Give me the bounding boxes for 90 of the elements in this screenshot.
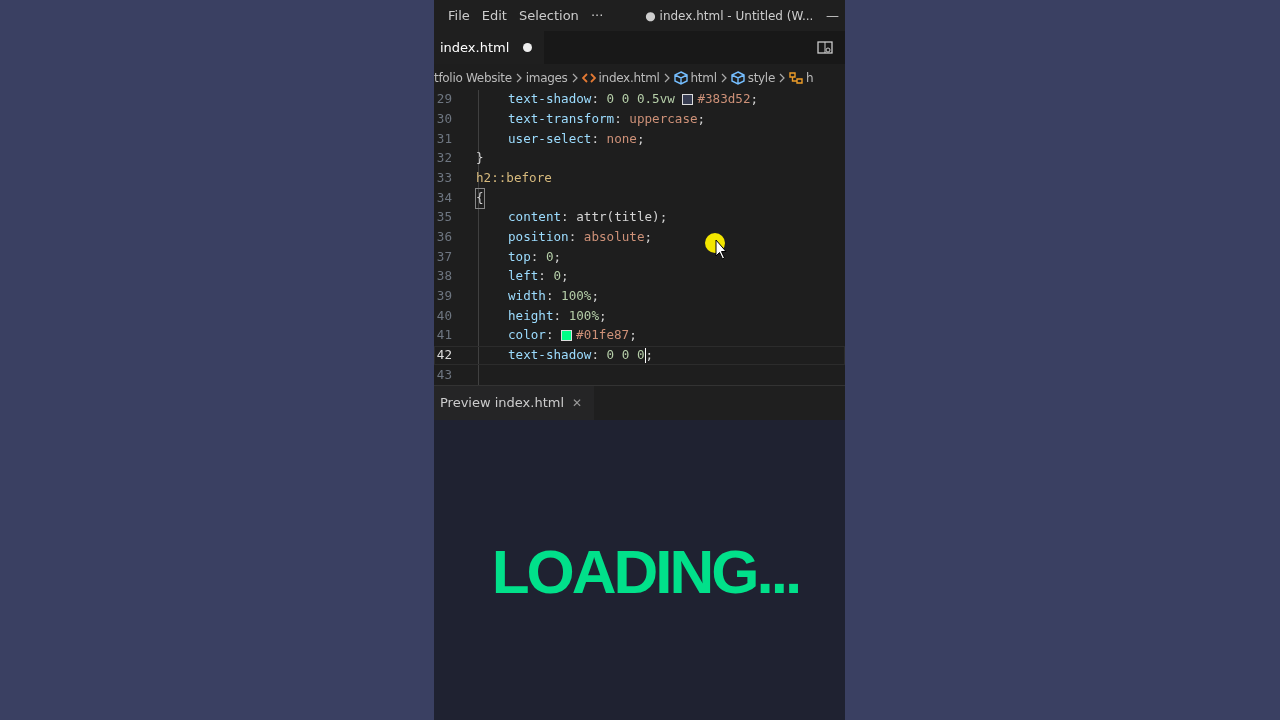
more-menu[interactable]: ··· [586,3,608,28]
window-title: ● index.html - Untitled (W... [645,7,814,25]
structure-icon [789,71,803,86]
code-token: 100% [561,287,592,306]
code-token: : [538,267,547,286]
code-token: 0 0 0.5vw [606,90,676,109]
code-token: : [545,287,555,306]
code-token: width [508,287,546,306]
chevron-icon [719,73,728,84]
line-number: 36 [435,228,452,247]
code-token: 0 0 0 [606,346,645,365]
chevron-icon [662,73,671,84]
code-token: position [508,228,569,247]
menu-item[interactable]: Selection [514,3,583,28]
loading-heading: LOADING... [491,535,800,608]
breadcrumb-item[interactable]: style [747,69,775,88]
line-number: 42 [435,346,452,365]
chevron-icon [778,73,786,84]
code-token: text-transform [508,109,615,128]
color-swatch[interactable] [561,330,573,342]
code-token: ; [697,109,706,128]
code-token: 100% [568,306,599,325]
code-token: top [508,247,531,266]
code-token: ; [636,129,645,148]
panel-tab[interactable]: Preview index.html ✕ [434,386,595,421]
close-button[interactable]: ✕ [572,394,583,413]
code-token: ; [591,287,600,306]
code-token: uppercase [629,109,698,128]
line-number: 38 [435,267,452,286]
code-token: ; [645,346,654,365]
code-token: : [591,346,600,365]
code-token: user-select [508,129,592,148]
code-token: ; [561,267,569,286]
color-swatch[interactable] [682,94,694,106]
breadcrumb-item[interactable]: index.html [598,69,660,88]
code-token: { [476,188,484,208]
code-token: ; [644,228,653,247]
breadcrumb-item[interactable]: h [806,69,814,88]
line-number: 32 [435,149,452,168]
cube-icon [673,71,688,86]
code-token: : [568,228,578,247]
code-token: text-shadow [508,346,592,365]
code-token: none [606,129,637,148]
code-token: 0 [545,247,554,266]
breadcrumb-item[interactable]: tfolio Website [434,69,512,88]
code-token: content [508,208,562,227]
line-number: 40 [435,306,452,325]
line-number: 33 [435,169,452,187]
code-token: } [476,149,484,168]
line-number: 31 [435,129,452,148]
code-token: : [614,109,623,128]
chevron-icon [514,73,523,84]
line-number: 43 [435,365,452,384]
code-token: height [508,306,554,325]
chevron-icon [570,73,579,84]
line-number: 39 [435,287,452,306]
code-token: #01fe87 [576,326,630,345]
menu-item[interactable]: File [444,3,474,28]
code-token: : [591,129,600,148]
code-token: absolute [583,228,645,247]
code-token: : [553,306,563,325]
code-token: color [508,326,546,345]
code-token: : attr(title); [561,208,668,227]
editor-tab[interactable]: index.html [434,31,545,65]
code-token: ; [599,306,607,325]
line-number: 37 [435,247,452,266]
cube-icon [730,71,745,86]
code-token: left [508,267,539,286]
line-number: 35 [435,208,452,227]
code-token: ; [553,247,562,266]
text-cursor [644,348,646,364]
minimize-button[interactable]: — [820,5,845,26]
mouse-pointer-icon [704,231,730,262]
line-number: 30 [435,109,452,128]
code-token: : [591,90,600,109]
code-token: : [545,326,555,345]
menu-item[interactable]: Edit [477,3,511,28]
line-number: 29 [435,90,452,109]
split-preview-icon[interactable] [817,40,833,55]
code-token: : [530,247,540,266]
code-token: h2::before [476,169,552,187]
code-token: text-shadow [508,90,592,109]
code-token: 0 [553,267,562,286]
breadcrumb-item[interactable]: images [525,69,568,88]
code-token: ; [750,90,759,109]
code-token: ; [629,326,637,345]
code-token: #383d52 [697,90,751,109]
line-number: 34 [435,188,452,207]
breadcrumb-item[interactable]: html [690,69,717,88]
line-number: 41 [435,326,452,345]
